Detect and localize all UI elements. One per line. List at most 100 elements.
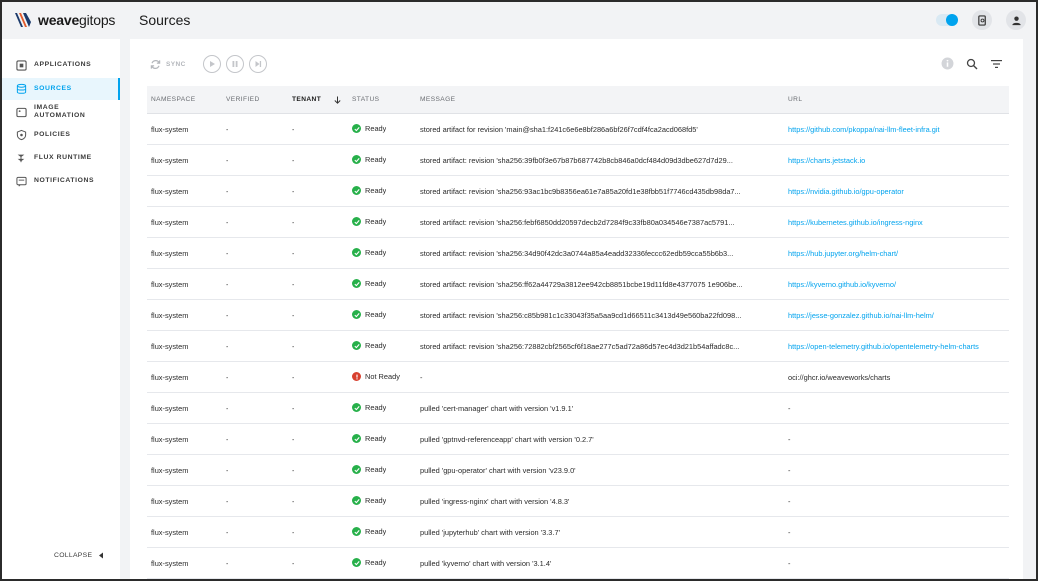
url-link[interactable]: https://kyverno.github.io/kyverno/ bbox=[788, 280, 1008, 289]
table-row[interactable]: flux-system - - Ready pulled 'jupyterhub' ch… bbox=[147, 517, 1009, 548]
verified-cell: - bbox=[226, 311, 229, 320]
url-link[interactable]: https://github.com/pkoppa/nai-llm-fleet-… bbox=[788, 125, 1008, 134]
tenant-cell: - bbox=[292, 187, 295, 196]
column-header-status[interactable]: STATUS bbox=[352, 96, 379, 103]
suspend-button[interactable] bbox=[225, 55, 244, 73]
message-cell: pulled 'ingress-nginx' chart with versio… bbox=[420, 497, 570, 506]
top-bar: weavegitops Sources bbox=[2, 2, 1036, 39]
sidebar: APPLICATIONS SOURCES IMAGE AUTOMATION PO… bbox=[2, 39, 120, 579]
url-cell: - bbox=[788, 404, 791, 413]
tenant-cell: - bbox=[292, 404, 295, 413]
message-cell: pulled 'gptnvd-referenceapp' chart with … bbox=[420, 435, 594, 444]
verified-cell: - bbox=[226, 218, 229, 227]
verified-cell: - bbox=[226, 125, 229, 134]
weave-gitops-logo[interactable]: weavegitops bbox=[12, 10, 115, 30]
namespace-cell: flux-system bbox=[151, 249, 189, 258]
search-icon[interactable] bbox=[966, 58, 978, 70]
url-link[interactable]: https://open-telemetry.github.io/opentel… bbox=[788, 342, 1008, 351]
table-row[interactable]: flux-system - - Ready pulled 'cert-manager' … bbox=[147, 393, 1009, 424]
table-row[interactable]: flux-system - - Ready pulled 'gpu-operator' … bbox=[147, 455, 1009, 486]
status-text: Ready bbox=[365, 186, 387, 195]
url-link[interactable]: https://charts.jetstack.io bbox=[788, 156, 1008, 165]
tenant-cell: - bbox=[292, 156, 295, 165]
check-circle-icon bbox=[352, 465, 361, 474]
check-circle-icon bbox=[352, 527, 361, 536]
table-header: NAMESPACE VERIFIED TENANT STATUS MESSAGE… bbox=[147, 86, 1009, 114]
resume-button[interactable] bbox=[202, 55, 221, 73]
sidebar-item-label: APPLICATIONS bbox=[34, 61, 92, 68]
column-header-message[interactable]: MESSAGE bbox=[420, 96, 455, 103]
table-row[interactable]: flux-system - - Ready stored artifact: revis… bbox=[147, 238, 1009, 269]
status-cell: Ready bbox=[352, 465, 386, 474]
app-name: weavegitops bbox=[38, 12, 116, 28]
main-content: SYNC NAMESPACE VERIFIED TENANT STATUS ME… bbox=[130, 39, 1023, 579]
status-text: Ready bbox=[365, 217, 387, 226]
notifications-icon bbox=[15, 175, 27, 187]
column-header-tenant[interactable]: TENANT bbox=[292, 96, 321, 103]
tenant-cell: - bbox=[292, 125, 295, 134]
table-row[interactable]: flux-system - - Not Ready - oci://ghcr.io/wea… bbox=[147, 362, 1009, 393]
status-text: Ready bbox=[365, 155, 387, 164]
table-row[interactable]: flux-system - - Ready stored artifact: revis… bbox=[147, 176, 1009, 207]
url-link[interactable]: https://kubernetes.github.io/ingress-ngi… bbox=[788, 218, 1008, 227]
namespace-cell: flux-system bbox=[151, 528, 189, 537]
message-cell: stored artifact: revision 'sha256:febf68… bbox=[420, 218, 735, 227]
collapse-label: COLLAPSE bbox=[54, 552, 93, 559]
table-row[interactable]: flux-system - - Ready pulled 'gptnvd-referen… bbox=[147, 424, 1009, 455]
column-header-url[interactable]: URL bbox=[788, 96, 802, 103]
table-row[interactable]: flux-system - - Ready stored artifact: revis… bbox=[147, 300, 1009, 331]
table-tools bbox=[941, 57, 1003, 70]
user-menu-button[interactable] bbox=[1006, 10, 1026, 30]
verified-cell: - bbox=[226, 280, 229, 289]
message-cell: stored artifact: revision 'sha256:ff62a4… bbox=[420, 280, 743, 289]
url-link[interactable]: https://jesse-gonzalez.github.io/nai-llm… bbox=[788, 311, 1008, 320]
table-row[interactable]: flux-system - - Ready stored artifact: revis… bbox=[147, 269, 1009, 300]
verified-cell: - bbox=[226, 187, 229, 196]
sidebar-item-flux-runtime[interactable]: FLUX RUNTIME bbox=[2, 147, 120, 169]
filter-icon[interactable] bbox=[990, 58, 1003, 70]
sidebar-item-applications[interactable]: APPLICATIONS bbox=[2, 54, 120, 76]
sync-button[interactable]: SYNC bbox=[150, 59, 186, 70]
theme-toggle[interactable] bbox=[936, 14, 958, 26]
sidebar-item-notifications[interactable]: NOTIFICATIONS bbox=[2, 170, 120, 192]
message-cell: stored artifact: revision 'sha256:34d90f… bbox=[420, 249, 734, 258]
message-cell: pulled 'jupyterhub' chart with version '… bbox=[420, 528, 560, 537]
table-body: flux-system - - Ready stored artifact for re… bbox=[147, 114, 1009, 579]
status-cell: Ready bbox=[352, 248, 386, 257]
status-text: Ready bbox=[365, 403, 387, 412]
sort-arrow-down-icon[interactable] bbox=[334, 96, 341, 104]
column-header-namespace[interactable]: NAMESPACE bbox=[151, 96, 196, 103]
top-bar-actions bbox=[936, 10, 1026, 30]
table-row[interactable]: flux-system - - Ready stored artifact: revis… bbox=[147, 145, 1009, 176]
sidebar-item-image-automation[interactable]: IMAGE AUTOMATION bbox=[2, 101, 120, 123]
table-row[interactable]: flux-system - - Ready stored artifact: revis… bbox=[147, 331, 1009, 362]
namespace-cell: flux-system bbox=[151, 125, 189, 134]
sidebar-item-label: SOURCES bbox=[34, 85, 72, 92]
status-text: Ready bbox=[365, 465, 387, 474]
sidebar-item-sources[interactable]: SOURCES bbox=[2, 78, 120, 100]
status-cell: Ready bbox=[352, 279, 386, 288]
sync-toolbar: SYNC bbox=[150, 55, 267, 73]
docs-button[interactable] bbox=[972, 10, 992, 30]
url-link[interactable]: https://hub.jupyter.org/helm-chart/ bbox=[788, 249, 1008, 258]
table-row[interactable]: flux-system - - Ready pulled 'ingress-nginx'… bbox=[147, 486, 1009, 517]
check-circle-icon bbox=[352, 434, 361, 443]
error-circle-icon bbox=[352, 372, 361, 381]
collapse-button[interactable]: COLLAPSE bbox=[54, 552, 104, 559]
sync-with-source-button[interactable] bbox=[248, 55, 267, 73]
verified-cell: - bbox=[226, 156, 229, 165]
status-cell: Ready bbox=[352, 155, 386, 164]
table-row[interactable]: flux-system - - Ready pulled 'kyverno' chart… bbox=[147, 548, 1009, 579]
check-circle-icon bbox=[352, 341, 361, 350]
url-link[interactable]: https://nvidia.github.io/gpu-operator bbox=[788, 187, 1008, 196]
url-cell: oci://ghcr.io/weaveworks/charts bbox=[788, 373, 891, 382]
status-cell: Ready bbox=[352, 558, 386, 567]
status-text: Ready bbox=[365, 434, 387, 443]
column-header-verified[interactable]: VERIFIED bbox=[226, 96, 260, 103]
sidebar-item-policies[interactable]: POLICIES bbox=[2, 124, 120, 146]
table-row[interactable]: flux-system - - Ready stored artifact for re… bbox=[147, 114, 1009, 145]
info-icon[interactable] bbox=[941, 57, 954, 70]
check-circle-icon bbox=[352, 310, 361, 319]
table-row[interactable]: flux-system - - Ready stored artifact: revis… bbox=[147, 207, 1009, 238]
namespace-cell: flux-system bbox=[151, 497, 189, 506]
